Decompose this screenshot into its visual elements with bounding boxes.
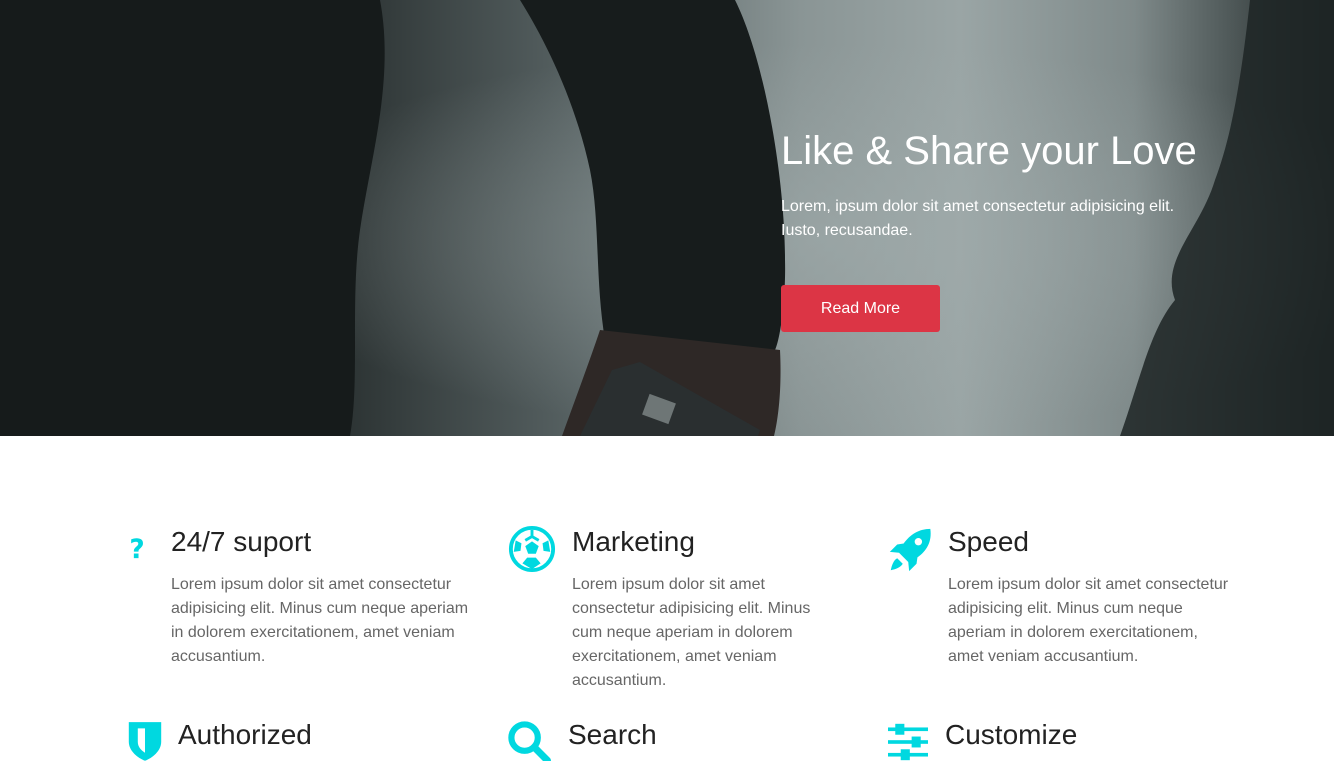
feature-customize: Customize <box>887 718 1187 761</box>
shield-icon <box>128 722 162 761</box>
hero-title: Like & Share your Love <box>781 129 1197 173</box>
feature-title: Authorized <box>178 719 312 750</box>
feature-title: Search <box>568 719 657 750</box>
sliders-icon <box>888 723 928 761</box>
feature-marketing: Marketing Lorem ipsum dolor sit amet con… <box>508 525 838 695</box>
rocket-icon <box>889 528 931 572</box>
feature-title: Marketing <box>572 526 695 557</box>
feature-text: Lorem ipsum dolor sit amet consectetur a… <box>572 576 811 689</box>
feature-title: Speed <box>948 526 1029 557</box>
feature-text: Lorem ipsum dolor sit amet consectetur a… <box>948 576 1229 665</box>
feature-title: Customize <box>945 719 1078 750</box>
search-icon <box>508 721 551 761</box>
hero-banner: Like & Share your Love Lorem, ipsum dolo… <box>0 0 1334 436</box>
soccer-ball-icon <box>508 525 556 573</box>
question-icon: ? <box>129 534 144 565</box>
feature-support: ? 24/7 suport Lorem ipsum dolor sit amet… <box>128 525 473 695</box>
read-more-button[interactable]: Read More <box>781 285 940 332</box>
hero-content: Like & Share your Love Lorem, ipsum dolo… <box>781 128 1301 332</box>
hero-description: Lorem, ipsum dolor sit amet consectetur … <box>781 198 1175 239</box>
feature-text: Lorem ipsum dolor sit amet consectetur a… <box>171 576 469 665</box>
feature-search: Search <box>507 718 807 761</box>
svg-text:?: ? <box>129 534 144 565</box>
feature-authorized: Authorized <box>127 718 427 761</box>
feature-title: 24/7 suport <box>171 526 312 557</box>
feature-speed: Speed Lorem ipsum dolor sit amet consect… <box>888 525 1233 695</box>
